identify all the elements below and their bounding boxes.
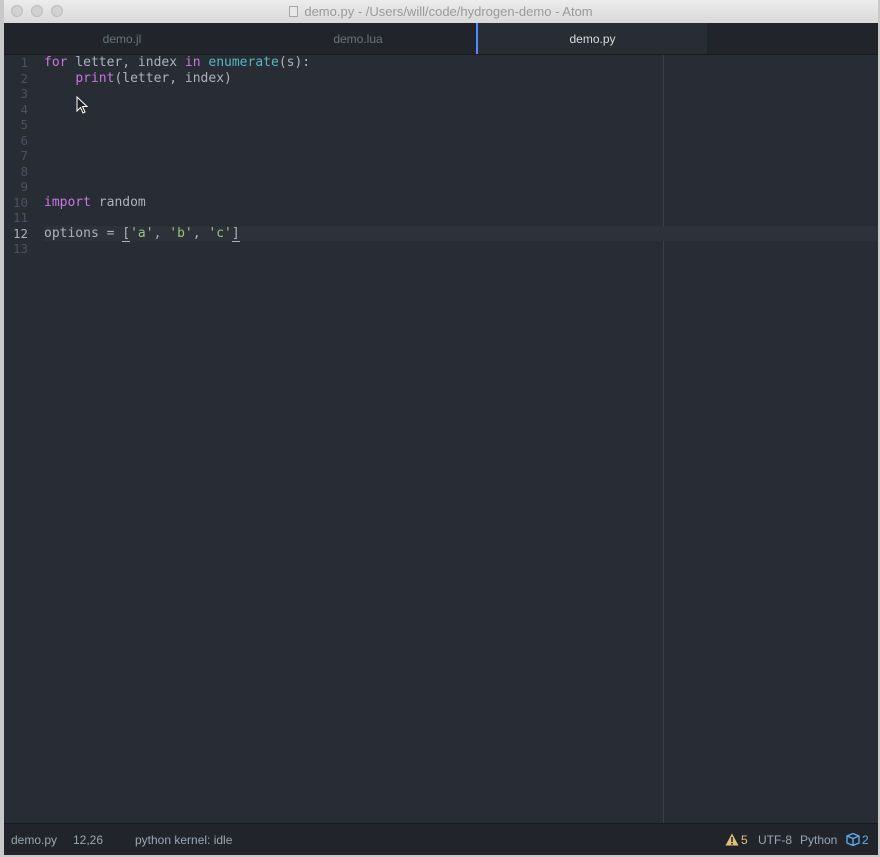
tab-bar: demo.jl demo.lua demo.py [4,23,878,55]
package-icon [846,833,860,846]
line-number: 13 [12,241,28,256]
line-number-gutter: 1 2 3 4 5 6 7 8 9 10 11 12 13 [4,55,38,257]
status-encoding[interactable]: UTF-8 [758,833,792,847]
code-line[interactable]: print(letter, index) [44,71,878,87]
line-number: 6 [20,132,28,148]
code-line[interactable] [44,179,878,195]
line-number: 9 [20,179,28,194]
status-grammar[interactable]: Python [800,833,837,847]
line-number: 1 [20,55,28,70]
warning-icon [725,833,739,846]
status-kernel[interactable]: python kernel: idle [135,833,232,847]
mouse-pointer-icon [76,96,88,114]
line-number: 7 [20,148,28,163]
status-package-updates[interactable]: 2 [846,833,869,847]
text-editor[interactable]: 1 2 3 4 5 6 7 8 9 10 11 12 13 for letter… [4,55,878,823]
code-line[interactable] [44,86,878,102]
line-number: 5 [20,117,28,132]
tab-demo-lua[interactable]: demo.lua [240,23,476,54]
atom-window: demo.py - /Users/will/code/hydrogen-demo… [4,0,878,855]
status-warnings[interactable]: 5 [725,833,748,847]
code-line[interactable] [44,117,878,133]
line-number: 4 [20,101,28,117]
status-bar: demo.py 12,26 python kernel: idle 5 UTF-… [4,823,878,855]
code-line[interactable] [44,102,878,118]
line-number: 3 [20,86,28,101]
code-line[interactable] [44,210,878,226]
status-file-name[interactable]: demo.py [11,833,57,847]
line-number: 2 [20,70,28,86]
line-number: 11 [12,210,28,225]
tab-demo-jl[interactable]: demo.jl [4,23,240,54]
line-number: 10 [12,194,28,210]
status-cursor-position[interactable]: 12,26 [73,833,103,847]
window-title: demo.py - /Users/will/code/hydrogen-demo… [4,4,878,19]
code-line[interactable] [44,164,878,180]
line-number: 8 [20,163,28,179]
code-line[interactable] [44,133,878,149]
line-number-active: 12 [12,225,28,241]
code-line-active[interactable]: options = ['a', 'b', 'c'] [44,225,878,242]
document-icon [289,6,299,17]
code-line[interactable]: for letter, index in enumerate(s): [44,55,878,71]
code-line[interactable] [44,148,878,164]
tab-demo-py[interactable]: demo.py [476,23,707,54]
title-bar: demo.py - /Users/will/code/hydrogen-demo… [4,0,878,24]
code-line[interactable]: import random [44,195,878,211]
code-lines[interactable]: for letter, index in enumerate(s): print… [44,55,878,257]
code-line[interactable] [44,241,878,257]
